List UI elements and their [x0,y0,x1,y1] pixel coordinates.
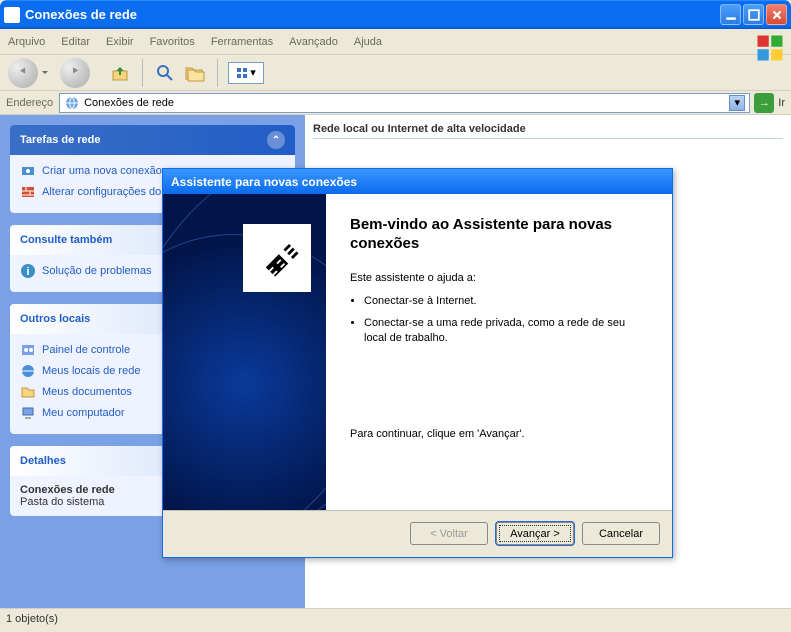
menu-edit[interactable]: Editar [61,36,90,48]
window-controls [720,4,787,25]
forward-button[interactable]: ⯈ [60,58,90,88]
wizard-icon [20,163,36,179]
panel-header[interactable]: Tarefas de rede ⌃ [10,125,295,155]
status-text: 1 objeto(s) [6,613,58,625]
computer-icon [20,405,36,421]
menubar: Arquivo Editar Exibir Favoritos Ferramen… [0,29,791,55]
wizard-body: Bem-vindo ao Assistente para novas conex… [163,194,672,510]
close-button[interactable] [766,4,787,25]
address-field[interactable]: Conexões de rede ▾ [59,93,750,113]
panel-title: Outros locais [20,313,90,325]
wizard-intro: Este assistente o ajuda a: [350,272,648,284]
wizard-heading: Bem-vindo ao Assistente para novas conex… [350,216,648,254]
addressbar: Endereço Conexões de rede ▾ → Ir [0,91,791,115]
link-label: Meus locais de rede [42,365,140,377]
maximize-button[interactable] [743,4,764,25]
panel-title: Detalhes [20,455,66,467]
separator [217,59,218,87]
connector-icon [243,224,311,292]
panel-title: Consulte também [20,234,112,246]
network-places-icon [20,363,36,379]
wizard-titlebar[interactable]: Assistente para novas conexões [163,169,672,194]
menu-tools[interactable]: Ferramentas [211,36,273,48]
wizard-continue: Para continuar, clique em 'Avançar'. [350,428,525,440]
wizard-content: Bem-vindo ao Assistente para novas conex… [326,194,672,510]
firewall-icon [20,184,36,200]
folders-button[interactable] [183,61,207,85]
menu-help[interactable]: Ajuda [354,36,382,48]
back-button[interactable]: ⯇ [8,58,38,88]
app-icon [4,7,20,23]
wizard-bullet: Conectar-se a uma rede privada, como a r… [364,316,648,346]
control-panel-icon [20,342,36,358]
go-label: Ir [778,97,785,109]
link-label: Solução de problemas [42,265,151,277]
menu-file[interactable]: Arquivo [8,36,45,48]
wizard-button-row: < Voltar Avançar > Cancelar [163,510,672,556]
menu-adv[interactable]: Avançado [289,36,338,48]
views-button[interactable]: ▾ [228,62,264,84]
group-header: Rede local ou Internet de alta velocidad… [313,123,783,139]
go-button[interactable]: → [754,93,774,113]
statusbar: 1 objeto(s) [0,608,791,628]
menu-fav[interactable]: Favoritos [150,36,195,48]
link-label: Meu computador [42,407,125,419]
chevron-up-icon: ⌃ [267,131,285,149]
back-button: < Voltar [410,522,488,545]
wizard-dialog: Assistente para novas conexões Bem-vindo… [162,168,673,558]
details-type: Pasta do sistema [20,496,104,508]
xp-logo-icon [755,33,785,57]
next-button[interactable]: Avançar > [496,522,574,545]
link-label: Painel de controle [42,344,130,356]
window-title: Conexões de rede [25,7,720,22]
toolbar: ⯇ ⯈ ▾ [0,55,791,91]
wizard-bullet: Conectar-se à Internet. [364,294,648,309]
separator [142,59,143,87]
menu-view[interactable]: Exibir [106,36,134,48]
chevron-down-icon[interactable]: ▾ [729,95,745,111]
documents-icon [20,384,36,400]
wizard-bullets: Conectar-se à Internet. Conectar-se a um… [364,294,648,347]
up-button[interactable] [108,61,132,85]
link-label: Meus documentos [42,386,132,398]
panel-title: Tarefas de rede [20,134,101,146]
wizard-banner [163,194,326,510]
address-label: Endereço [6,97,53,109]
network-icon [64,95,80,111]
search-button[interactable] [153,61,177,85]
svg-text:i: i [26,266,29,278]
details-name: Conexões de rede [20,484,115,496]
cancel-button[interactable]: Cancelar [582,522,660,545]
task-label: Criar uma nova conexão [42,165,162,177]
help-icon: i [20,263,36,279]
minimize-button[interactable] [720,4,741,25]
wizard-title-text: Assistente para novas conexões [171,175,357,189]
titlebar: Conexões de rede [0,0,791,29]
address-value: Conexões de rede [84,97,729,109]
